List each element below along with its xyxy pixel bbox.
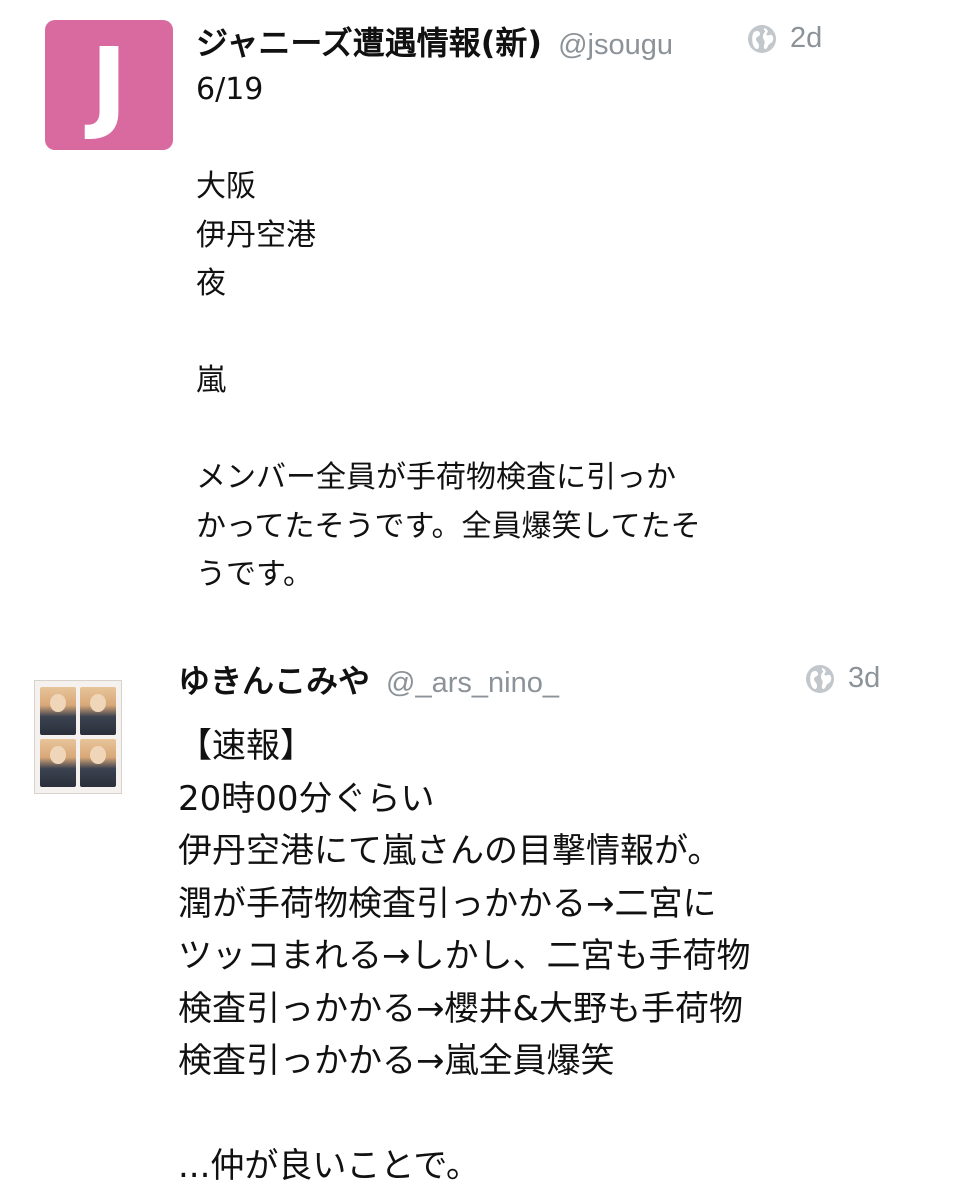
post-body: 【速報】 20時00分ぐらい 伊丹空港にて嵐さんの目撃情報が。 潤が手荷物検査引… — [178, 726, 751, 1186]
avatar-letter: J — [90, 26, 128, 143]
timestamp[interactable]: 2d — [790, 22, 822, 55]
timestamp[interactable]: 3d — [848, 662, 880, 695]
avatar-photo-tile — [80, 687, 116, 735]
post-meta: 2d — [746, 22, 822, 55]
post-meta: 3d — [804, 662, 880, 695]
display-name[interactable]: ゆきんこみや — [178, 656, 370, 702]
avatar[interactable] — [34, 680, 122, 794]
avatar-photo-tile — [40, 687, 76, 735]
post-item[interactable]: ゆきんこみや @_ars_nino_ 3d 【速報】 20時00分ぐらい 伊丹空… — [0, 640, 960, 1195]
avatar-photo-tile — [80, 739, 116, 787]
post-item[interactable]: J ジャニーズ遭遇情報(新) @jsougu 2d 6/19 大阪 伊丹空港 夜… — [0, 0, 960, 620]
globe-icon — [746, 23, 778, 55]
post-body: 6/19 大阪 伊丹空港 夜 嵐 メンバー全員が手荷物検査に引っか かってたそう… — [196, 72, 701, 592]
avatar-photo-tile — [40, 739, 76, 787]
post-header: ジャニーズ遭遇情報(新) @jsougu — [196, 18, 673, 64]
display-name[interactable]: ジャニーズ遭遇情報(新) — [196, 18, 542, 64]
globe-icon — [804, 663, 836, 695]
post-header: ゆきんこみや @_ars_nino_ — [178, 656, 559, 702]
user-handle[interactable]: @_ars_nino_ — [386, 667, 559, 700]
user-handle[interactable]: @jsougu — [558, 29, 673, 62]
avatar[interactable]: J — [45, 20, 173, 150]
